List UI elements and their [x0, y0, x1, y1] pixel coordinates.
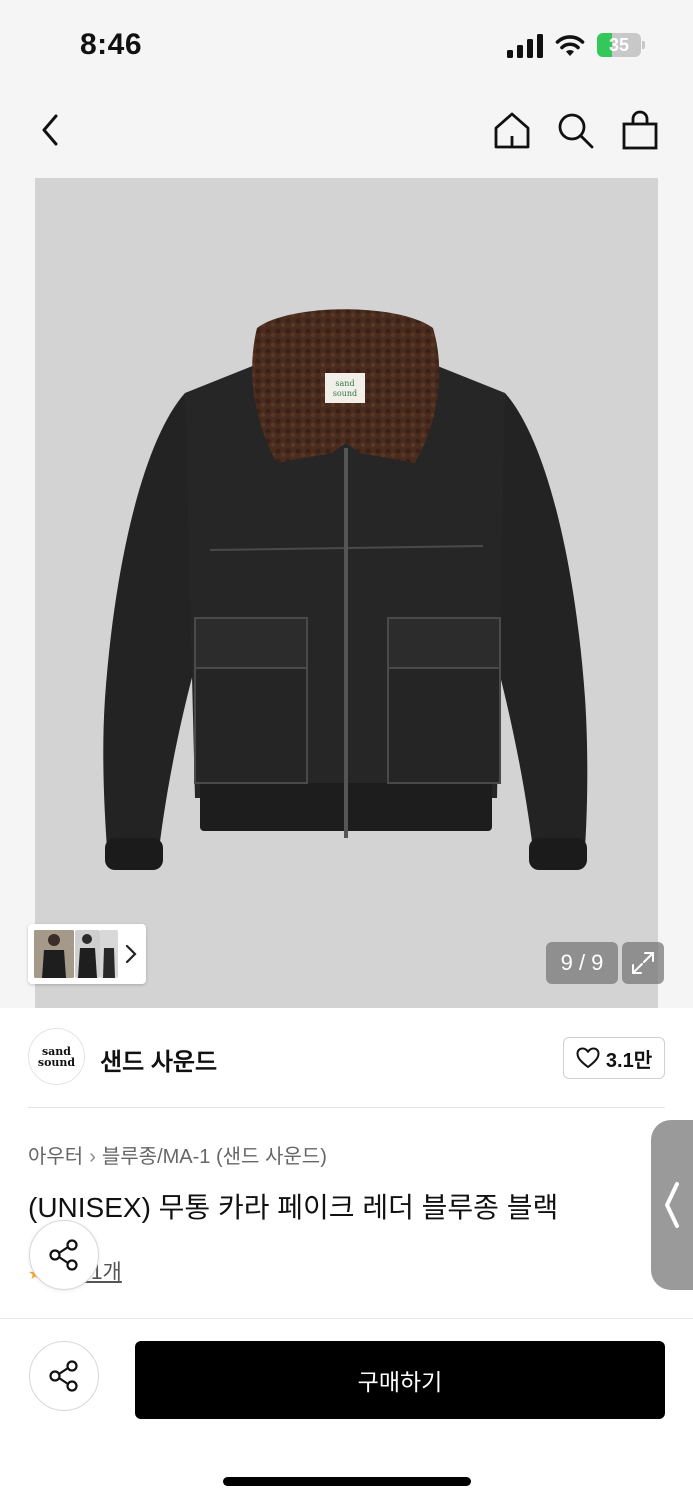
home-button[interactable]	[489, 107, 535, 153]
top-navigation	[0, 90, 693, 170]
heart-icon	[576, 1047, 600, 1068]
thumbnail-1[interactable]	[34, 930, 74, 978]
search-icon	[558, 113, 594, 149]
share-icon	[49, 1239, 78, 1271]
wifi-icon	[555, 35, 585, 56]
side-panel-handle[interactable]	[651, 1120, 693, 1290]
garment-label-line2: sound	[333, 389, 357, 398]
bottom-action-bar: 구매하기	[0, 1318, 693, 1500]
breadcrumb-subcategory[interactable]: 블루종/MA-1 (샌드 사운드)	[102, 1146, 327, 1168]
expand-button[interactable]	[622, 942, 664, 984]
search-button[interactable]	[552, 107, 598, 153]
brand-logo-line2: sound	[37, 1055, 76, 1069]
cellular-signal-icon	[507, 34, 543, 58]
product-title: (UNISEX) 무통 카라 페이크 레더 블루종 블랙	[28, 1192, 559, 1223]
home-icon	[494, 112, 530, 149]
jacket-illustration: sand sound	[103, 309, 588, 870]
home-indicator	[223, 1477, 471, 1486]
chevron-left-icon	[42, 114, 58, 146]
cart-button[interactable]	[617, 107, 663, 153]
brand-name[interactable]: 샌드 사운드	[100, 1042, 217, 1077]
thumbnail-strip[interactable]	[28, 924, 146, 984]
share-icon	[49, 1360, 78, 1392]
buy-button[interactable]: 구매하기	[135, 1341, 665, 1419]
shopping-bag-icon	[622, 110, 658, 150]
chevron-right-icon[interactable]	[122, 942, 140, 966]
image-counter: 9 / 9	[546, 942, 618, 984]
expand-icon	[632, 952, 654, 974]
product-image[interactable]: sand sound	[35, 178, 658, 1008]
brand-logo-line1: sand	[41, 1044, 71, 1058]
share-button[interactable]	[29, 1341, 99, 1411]
like-button[interactable]: 3.1만	[563, 1037, 665, 1079]
brand-logo[interactable]: sand sound	[28, 1028, 85, 1085]
back-button[interactable]	[27, 107, 73, 153]
battery-indicator: 35	[597, 33, 645, 57]
divider	[28, 1107, 665, 1108]
status-bar: 8:46 35	[0, 0, 693, 90]
floating-share-button[interactable]	[29, 1220, 99, 1290]
product-info: sand sound 샌드 사운드 3.1만 아우터 › 블루종/MA-1 (샌드 …	[0, 1008, 693, 1318]
battery-level: 35	[608, 35, 630, 55]
like-count: 3.1만	[605, 1049, 653, 1072]
thumbnail-3[interactable]	[100, 930, 118, 978]
status-time: 8:46	[80, 28, 143, 61]
breadcrumb: 아우터 › 블루종/MA-1 (샌드 사운드)	[28, 1146, 327, 1168]
chevron-left-icon	[665, 1182, 679, 1228]
garment-label-line1: sand	[335, 379, 354, 388]
breadcrumb-category[interactable]: 아우터	[28, 1146, 83, 1168]
thumbnail-2[interactable]	[75, 930, 100, 978]
